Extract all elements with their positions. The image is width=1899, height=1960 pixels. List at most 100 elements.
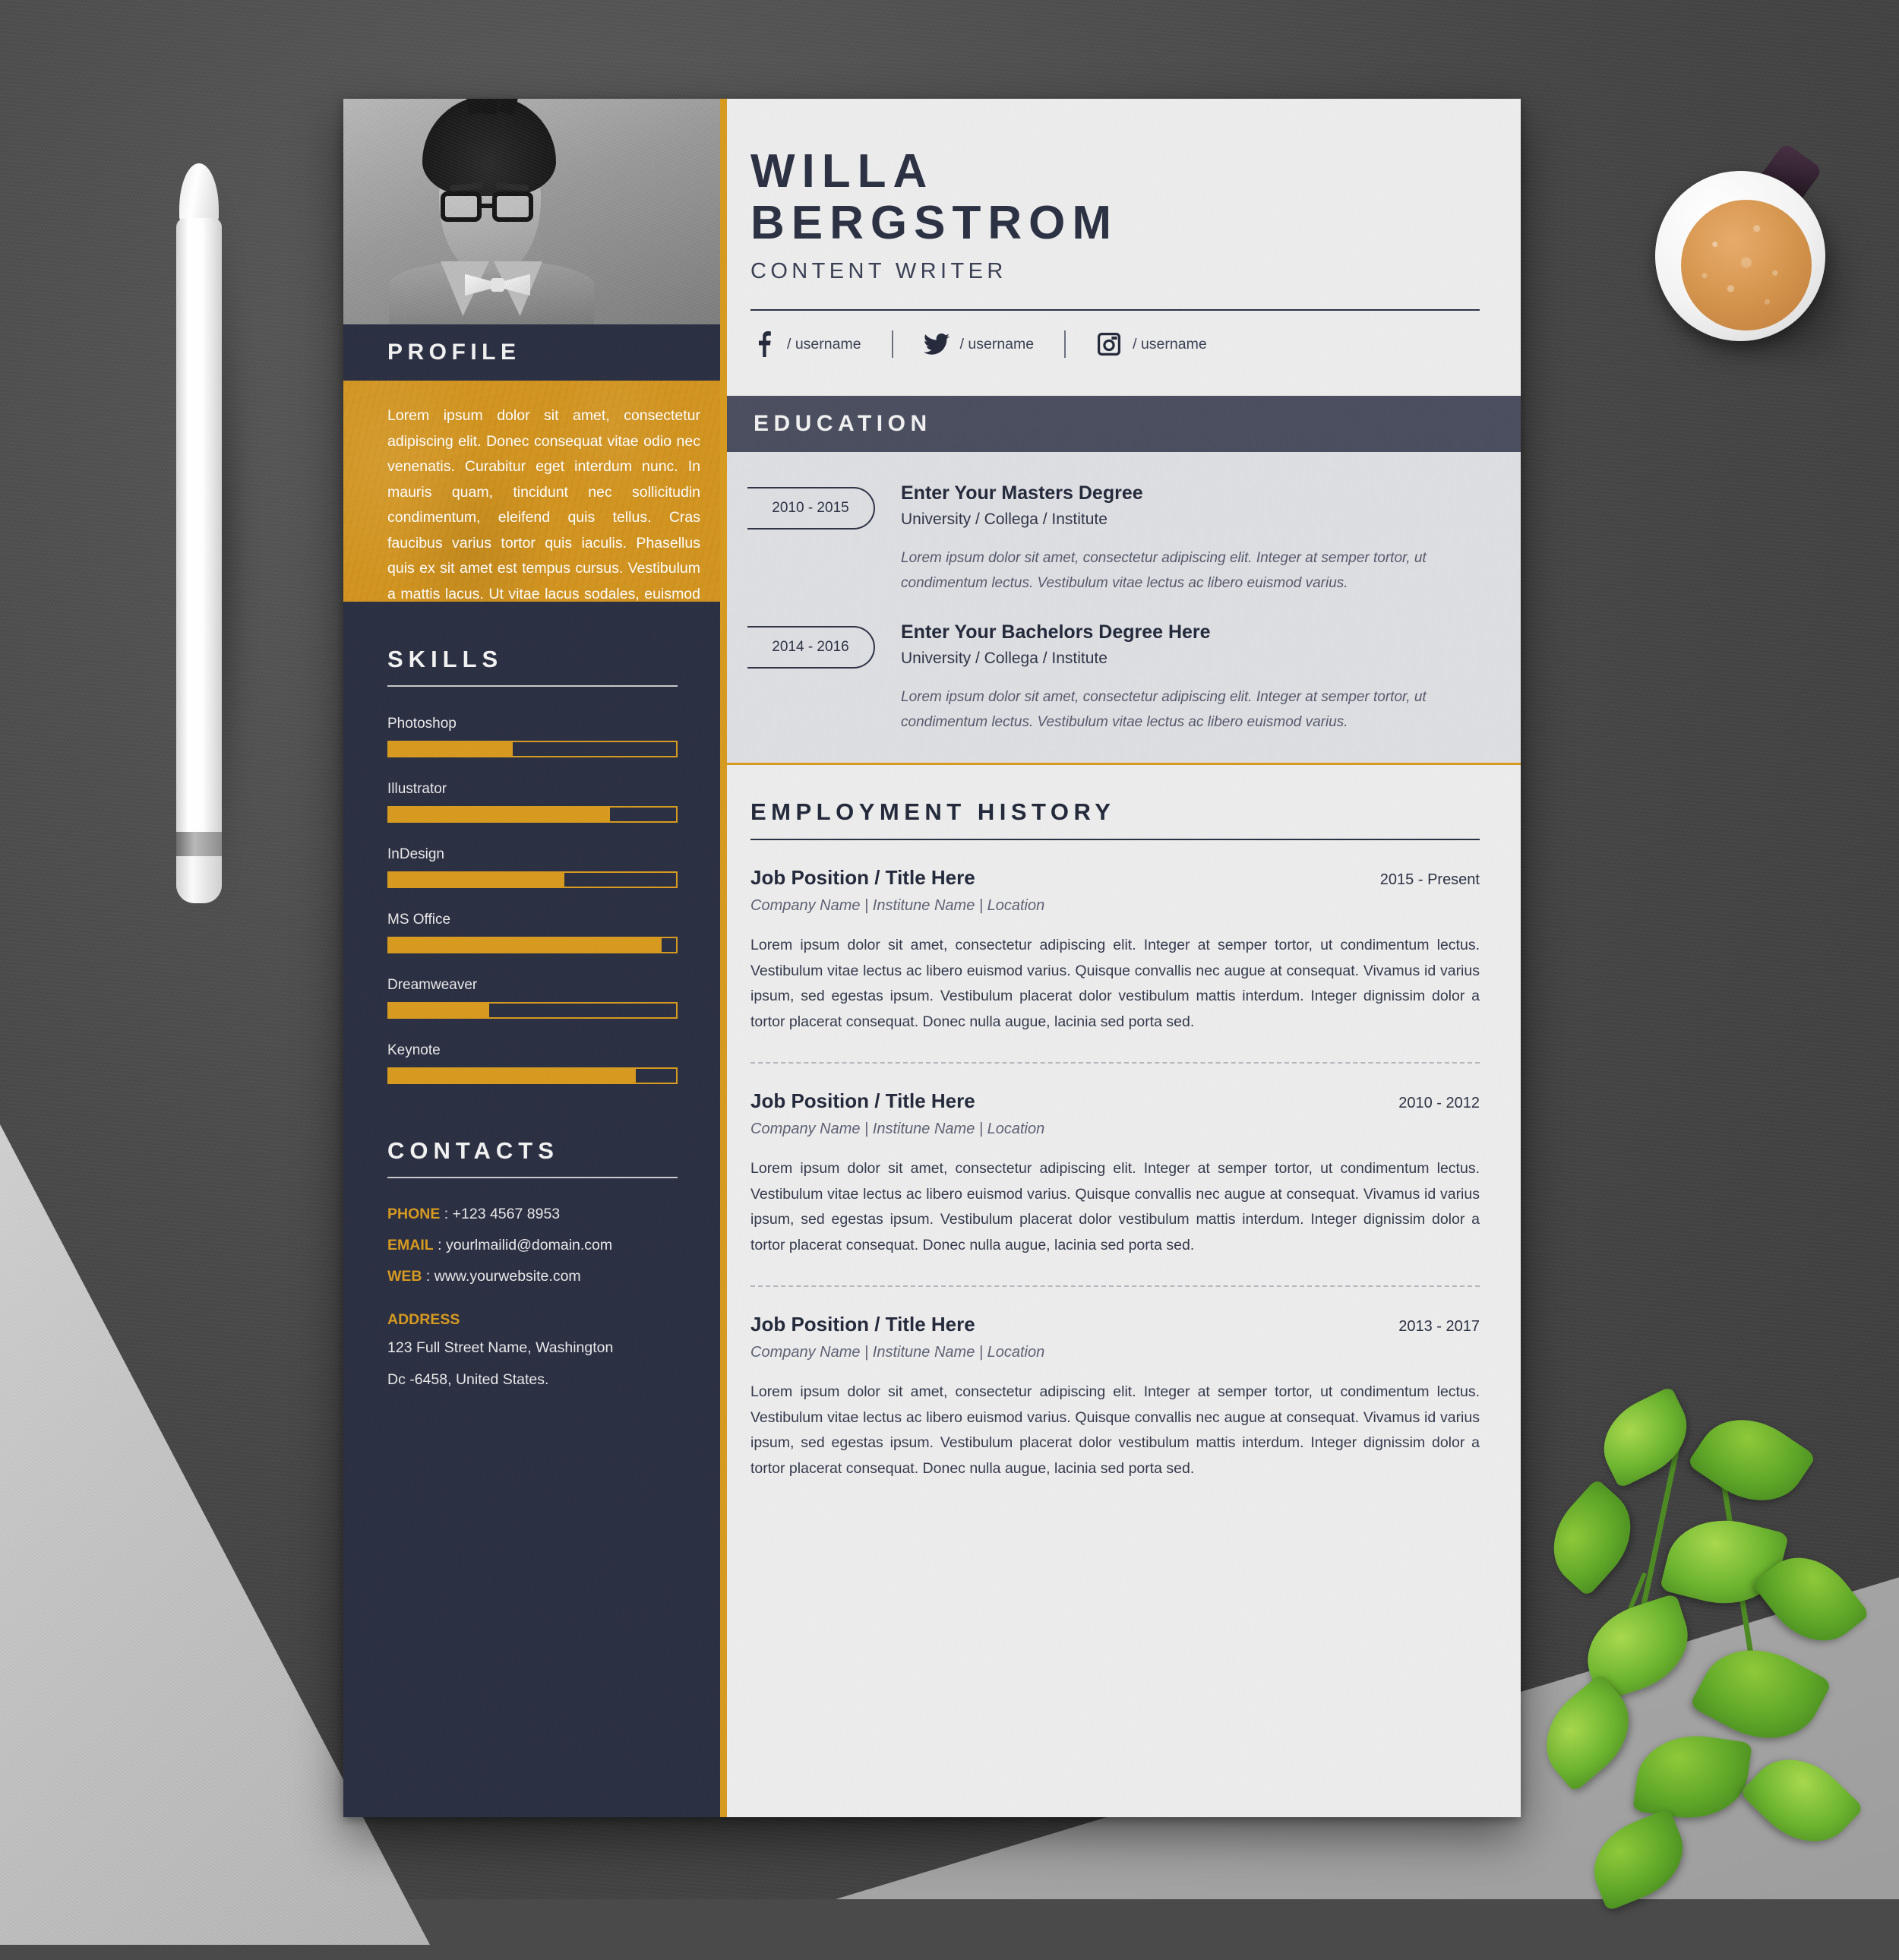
employment-section: EMPLOYMENT HISTORY Job Position / Title …	[720, 765, 1521, 1481]
job-company-meta: Company Name | Institune Name | Location	[750, 1121, 1045, 1137]
job-header: Job Position / Title Here 2015 - Present	[750, 866, 1480, 890]
job-role: CONTENT WRITER	[750, 259, 1007, 283]
contact-list: PHONE : +123 4567 8953 EMAIL : yourlmaili…	[387, 1206, 678, 1285]
pothos-plant	[1512, 1386, 1899, 1914]
social-divider	[891, 330, 893, 358]
address-label: ADDRESS	[387, 1311, 460, 1328]
coffee-cup	[1649, 141, 1854, 361]
skill-progress-fill	[389, 1004, 490, 1017]
pencil-band	[176, 832, 222, 858]
education-heading: EDUCATION	[754, 411, 932, 436]
address-line-2: Dc -6458, United States.	[387, 1371, 549, 1388]
resume-left-column: PROFILE Lorem ipsum dolor sit amet, cons…	[343, 99, 720, 1817]
job-company-meta: Company Name | Institune Name | Location	[750, 897, 1045, 914]
contact-value: yourlmailid@domain.com	[445, 1237, 613, 1253]
job-date: 2013 - 2017	[1398, 1318, 1480, 1335]
pencil-tip	[179, 163, 219, 223]
contacts-heading: CONTACTS	[387, 1137, 559, 1164]
education-item: 2010 - 2015 Enter Your Masters Degree Univ…	[747, 482, 1480, 596]
coffee-surface	[1681, 200, 1812, 330]
job-title: Job Position / Title Here	[750, 1089, 975, 1112]
education-details: Enter Your Bachelors Degree Here Universi…	[901, 621, 1480, 735]
plant-leaf	[1739, 1738, 1865, 1863]
profile-block: Lorem ipsum dolor sit amet, consectetur …	[343, 381, 720, 602]
social-facebook[interactable]: / username	[750, 331, 861, 357]
skill-label: Keynote	[387, 1042, 441, 1058]
contact-separator: :	[440, 1206, 453, 1222]
coffee-foam	[1681, 200, 1812, 330]
social-twitter[interactable]: / username	[923, 333, 1035, 356]
skill-label: MS Office	[387, 912, 451, 928]
contact-row[interactable]: PHONE : +123 4567 8953	[387, 1206, 678, 1223]
education-title: Enter Your Masters Degree	[901, 482, 1143, 504]
education-description: Lorem ipsum dolor sit amet, consectetur …	[901, 689, 1427, 730]
skill-label: Photoshop	[387, 716, 457, 732]
contact-key: PHONE	[387, 1206, 441, 1222]
social-instagram[interactable]: / username	[1096, 333, 1207, 356]
plant-leaf	[1533, 1478, 1651, 1598]
skills-heading: SKILLS	[387, 646, 504, 672]
profile-heading: PROFILE	[387, 340, 521, 365]
skill-progress-track	[387, 871, 678, 888]
last-name: BERGSTROM	[750, 197, 1118, 249]
resume-header: WILLA BERGSTROM CONTENT WRITER / usernam…	[720, 99, 1521, 358]
contacts-section: CONTACTS PHONE : +123 4567 8953 EMAIL : y…	[343, 1084, 720, 1393]
twitter-handle: / username	[959, 335, 1035, 352]
skill-item: MS Office	[387, 912, 678, 953]
skill-progress-track	[387, 806, 678, 823]
resume-right-column: WILLA BERGSTROM CONTENT WRITER / usernam…	[720, 99, 1521, 1817]
employment-heading: EMPLOYMENT HISTORY	[750, 798, 1116, 825]
education-date-badge: 2010 - 2015	[747, 487, 875, 530]
contact-row[interactable]: WEB : www.yourwebsite.com	[387, 1268, 678, 1285]
address-line-1: 123 Full Street Name, Washington	[387, 1339, 614, 1356]
twitter-icon	[923, 333, 950, 356]
contact-value: +123 4567 8953	[452, 1206, 561, 1222]
skill-progress-track	[387, 741, 678, 757]
white-pencil	[173, 163, 248, 950]
pencil-body	[176, 218, 222, 902]
job-description: Lorem ipsum dolor sit amet, consectetur …	[750, 1383, 1480, 1477]
education-date-badge: 2014 - 2016	[747, 626, 875, 669]
contact-key: EMAIL	[387, 1237, 434, 1253]
job-entry: Job Position / Title Here 2015 - Present C…	[750, 840, 1480, 1064]
contact-value: www.yourwebsite.com	[434, 1268, 581, 1285]
education-details: Enter Your Masters Degree University / Co…	[901, 482, 1480, 596]
job-company-meta: Company Name | Institune Name | Location	[750, 1344, 1045, 1361]
job-header: Job Position / Title Here 2010 - 2012	[750, 1089, 1480, 1113]
job-title: Job Position / Title Here	[750, 866, 975, 889]
job-header: Job Position / Title Here 2013 - 2017	[750, 1313, 1480, 1336]
skill-progress-fill	[389, 1069, 637, 1083]
first-name: WILLA	[750, 145, 934, 198]
job-entry: Job Position / Title Here 2013 - 2017 Comp…	[750, 1287, 1480, 1481]
resume-page: PROFILE Lorem ipsum dolor sit amet, cons…	[343, 99, 1521, 1817]
facebook-icon	[750, 331, 776, 357]
skill-progress-track	[387, 1002, 678, 1019]
instagram-icon	[1096, 333, 1122, 356]
job-description: Lorem ipsum dolor sit amet, consectetur …	[750, 937, 1480, 1030]
education-item: 2014 - 2016 Enter Your Bachelors Degree H…	[747, 621, 1480, 735]
cup-body	[1655, 171, 1825, 341]
photo-bowtie-knot	[491, 278, 504, 292]
skill-progress-fill	[389, 938, 662, 952]
jobs-list: Job Position / Title Here 2015 - Present C…	[750, 840, 1480, 1481]
profile-section-bar: PROFILE	[343, 324, 720, 381]
education-list: 2010 - 2015 Enter Your Masters Degree Univ…	[720, 452, 1521, 765]
education-section-bar: EDUCATION	[720, 396, 1521, 452]
contact-key: WEB	[387, 1268, 422, 1285]
pencil-end	[176, 856, 222, 903]
skill-progress-track	[387, 937, 678, 953]
education-institution: University / Collega / Institute	[901, 650, 1107, 667]
job-description: Lorem ipsum dolor sit amet, consectetur …	[750, 1160, 1480, 1253]
contact-row[interactable]: EMAIL : yourlmailid@domain.com	[387, 1237, 678, 1254]
social-divider	[1064, 330, 1066, 358]
plant-leaf	[1632, 1728, 1752, 1826]
skill-progress-fill	[389, 742, 513, 756]
education-institution: University / Collega / Institute	[901, 511, 1107, 528]
job-title: Job Position / Title Here	[750, 1313, 975, 1336]
skill-progress-fill	[389, 873, 564, 887]
accent-divider	[720, 99, 727, 1817]
skill-item: Dreamweaver	[387, 977, 678, 1019]
social-links: / username / username / username	[750, 330, 1480, 358]
instagram-handle: / username	[1133, 335, 1207, 352]
skills-section: SKILLS Photoshop Illustrator InDesign MS Of…	[343, 602, 720, 1084]
